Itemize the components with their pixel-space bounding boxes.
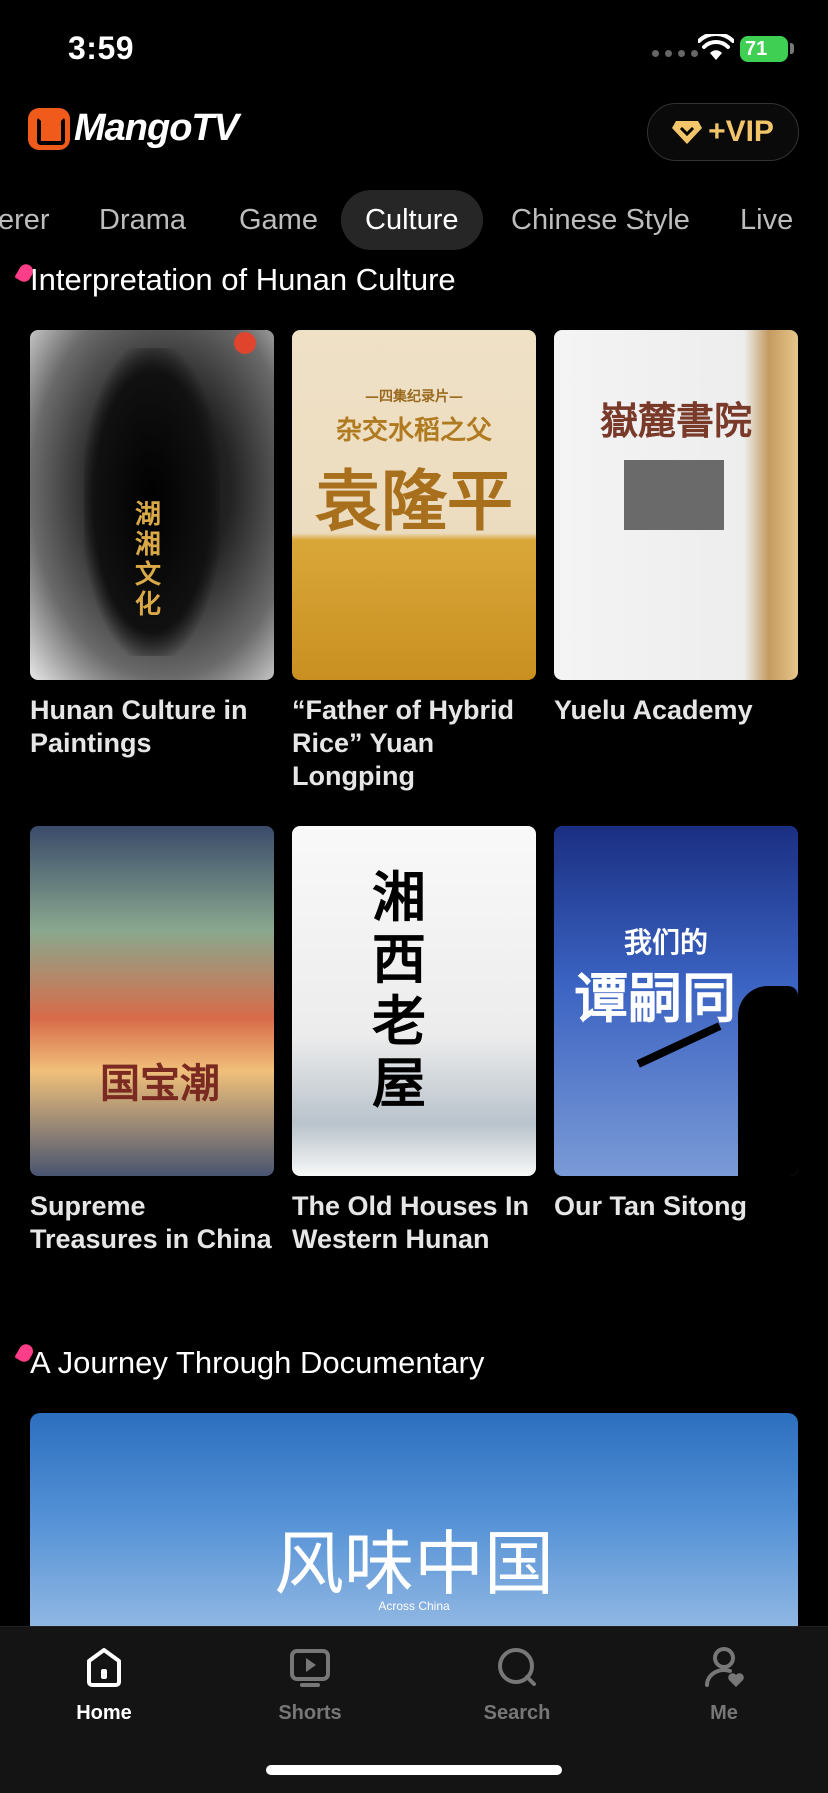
academy-building (624, 460, 724, 530)
section-title: Interpretation of Hunan Culture (30, 262, 456, 297)
poster-image: 嶽麓書院 (554, 330, 798, 680)
battery-tip (790, 43, 794, 54)
poster-title: 湖湘文化 (135, 500, 162, 620)
tab-culture[interactable]: Culture (341, 190, 483, 250)
diamond-icon (672, 121, 703, 144)
poster-tagline: 杂交水稻之父 (335, 416, 492, 446)
mango-logo-icon (28, 107, 70, 150)
tab-chinese-style[interactable]: Chinese Style (511, 190, 690, 250)
poster-image: 湘西老屋 (292, 826, 536, 1176)
poster-image: —四集纪录片— 杂交水稻之父 袁隆平 (292, 330, 536, 680)
card-title: Hunan Culture in Paintings (30, 695, 248, 758)
category-tabs: erer Drama Game Culture Chinese Style Li… (0, 190, 828, 250)
tab-game[interactable]: Game (239, 190, 318, 250)
poster-subtitle: —四集纪录片— (365, 389, 463, 405)
mangotv-logo: MangoTV (28, 107, 239, 150)
card-title: Yuelu Academy (554, 695, 753, 725)
poster-title: 袁隆平 (315, 462, 513, 540)
search-icon (498, 1648, 536, 1686)
poster-image: 国宝潮 (30, 826, 274, 1176)
poster-image: 湖湘文化 (30, 330, 274, 680)
battery-level: 71 (745, 37, 768, 60)
poster-title: 谭嗣同 (574, 966, 736, 1030)
nav-home[interactable]: Home (44, 1645, 164, 1725)
card-hunan-culture[interactable]: 湖湘文化 Hunan Culture in Paintings (30, 330, 274, 760)
poster-title: 国宝潮 (100, 1060, 220, 1107)
banner-subtitle: Across China (378, 1599, 450, 1613)
vip-label: +VIP (708, 115, 774, 148)
nav-search[interactable]: Search (457, 1645, 577, 1725)
nav-label: Shorts (278, 1702, 342, 1724)
card-title: Our Tan Sitong (554, 1191, 747, 1221)
person-silhouette (738, 986, 798, 1176)
cellular-signal-icon (652, 50, 698, 57)
play-icon (290, 1649, 330, 1687)
poster-title: 嶽麓書院 (599, 398, 752, 443)
vip-button[interactable]: +VIP (647, 103, 799, 161)
home-indicator (266, 1765, 562, 1775)
profile-icon (705, 1647, 744, 1687)
card-title: “Father of Hybrid Rice” Yuan Longping (292, 695, 515, 791)
nav-shorts[interactable]: Shorts (250, 1645, 370, 1725)
wifi-icon (698, 34, 734, 60)
brand-name: MangoTV (74, 107, 239, 149)
card-old-houses[interactable]: 湘西老屋 The Old Houses In Western Hunan (292, 826, 536, 1256)
nav-label: Me (710, 1702, 738, 1724)
card-tan-sitong[interactable]: 我们的 谭嗣同 Our Tan Sitong (554, 826, 798, 1223)
card-yuelu-academy[interactable]: 嶽麓書院 Yuelu Academy (554, 330, 798, 727)
battery-icon: 71 (740, 36, 788, 62)
documentary-banner[interactable]: 风味中国 Across China (30, 1413, 798, 1653)
sun-icon (234, 332, 256, 354)
poster-image: 我们的 谭嗣同 (554, 826, 798, 1176)
nav-label: Home (76, 1702, 132, 1724)
card-title: The Old Houses In Western Hunan (292, 1191, 530, 1254)
tab-drama[interactable]: Drama (99, 190, 186, 250)
nav-me[interactable]: Me (664, 1645, 784, 1725)
banner-title: 风味中国 (274, 1523, 554, 1605)
card-supreme-treasures[interactable]: 国宝潮 Supreme Treasures in China (30, 826, 274, 1256)
section-title: A Journey Through Documentary (30, 1345, 485, 1380)
status-time: 3:59 (68, 30, 135, 66)
tab-partial[interactable]: erer (0, 190, 50, 250)
card-title: Supreme Treasures in China (30, 1191, 272, 1254)
nav-label: Search (483, 1702, 551, 1724)
home-icon (87, 1648, 121, 1687)
tab-live[interactable]: Live (740, 190, 793, 250)
status-bar: 3:59 71 (0, 0, 828, 100)
poster-title: 湘西老屋 (372, 865, 426, 1115)
card-yuan-longping[interactable]: —四集纪录片— 杂交水稻之父 袁隆平 “Father of Hybrid Ric… (292, 330, 536, 793)
